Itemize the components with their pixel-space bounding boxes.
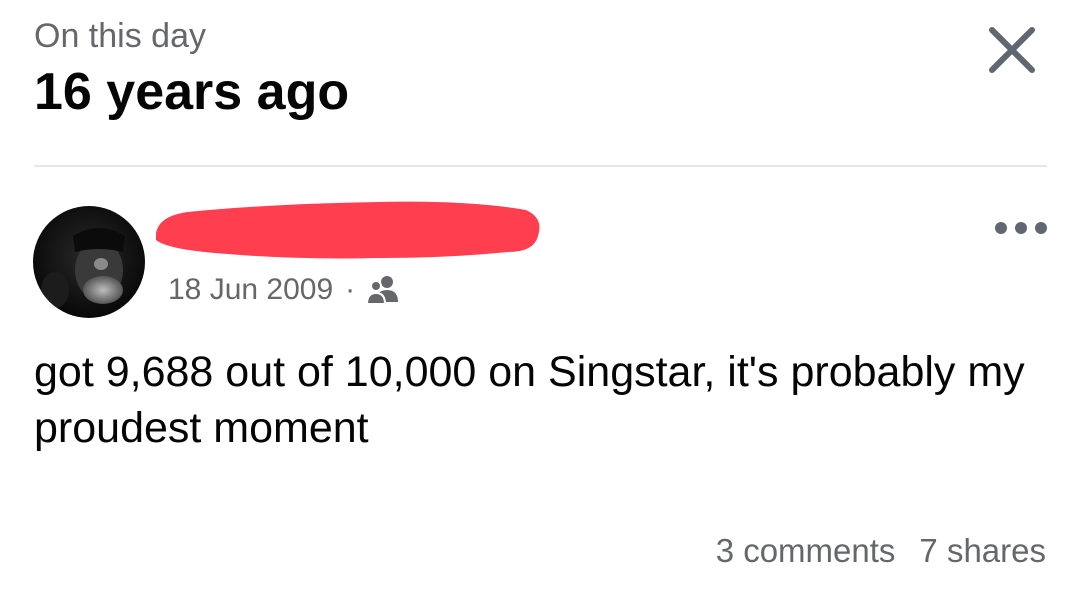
close-icon: [989, 27, 1035, 73]
comments-count-link[interactable]: 3 comments: [716, 528, 896, 574]
author-name-redacted[interactable]: [148, 196, 544, 266]
post-stats: 3 comments 7 shares: [716, 528, 1046, 574]
post-meta: 18 Jun 2009 ·: [168, 270, 403, 310]
meta-separator: ·: [345, 273, 356, 306]
post-date[interactable]: 18 Jun 2009: [168, 273, 333, 307]
friends-icon[interactable]: [366, 274, 403, 306]
post-text: got 9,688 out of 10,000 on Singstar, it'…: [34, 348, 1025, 452]
more-options-button[interactable]: [990, 212, 1052, 244]
memory-title: 16 years ago: [34, 63, 350, 121]
header-divider: [34, 165, 1047, 167]
close-button[interactable]: [984, 22, 1040, 78]
shares-count-link[interactable]: 7 shares: [919, 528, 1046, 574]
more-options-icon: [995, 222, 1047, 234]
memory-subtitle: On this day: [34, 17, 206, 55]
author-avatar[interactable]: [33, 206, 145, 318]
